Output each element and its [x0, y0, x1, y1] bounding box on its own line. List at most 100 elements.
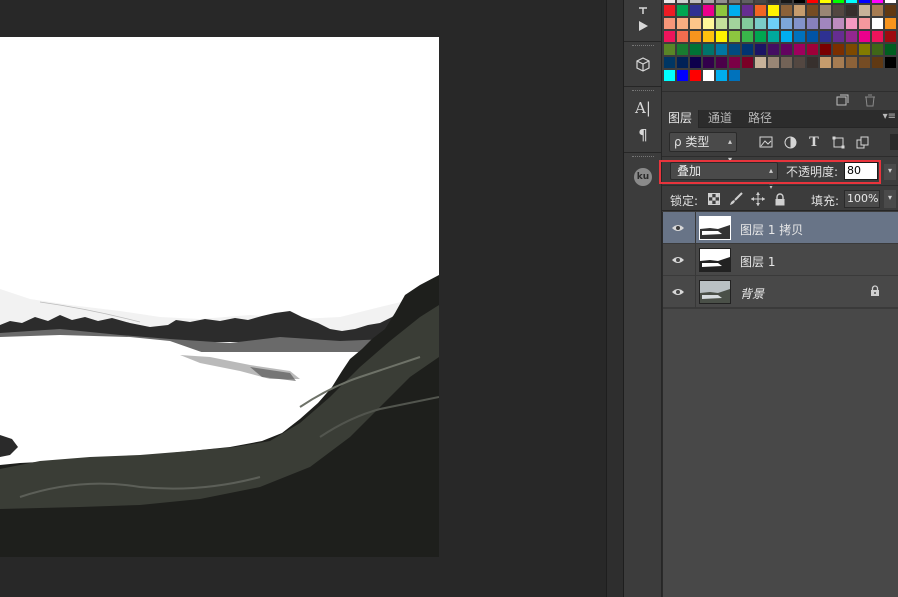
color-swatch[interactable]	[781, 31, 792, 42]
paragraph-icon[interactable]: ¶	[631, 124, 655, 146]
color-swatch[interactable]	[846, 5, 857, 16]
color-swatch[interactable]	[768, 18, 779, 29]
layer-row-background[interactable]: 背景	[663, 276, 898, 308]
blend-mode-select[interactable]: 叠加 ▴ ▾	[670, 162, 778, 191]
color-swatch[interactable]	[794, 0, 805, 3]
color-swatch[interactable]	[755, 44, 766, 55]
filter-type-icon[interactable]: T	[806, 134, 822, 150]
fill-dropdown-arrow[interactable]: ▾	[884, 190, 896, 208]
color-swatch[interactable]	[846, 18, 857, 29]
color-swatch[interactable]	[703, 44, 714, 55]
color-swatch[interactable]	[794, 57, 805, 68]
color-swatch[interactable]	[677, 44, 688, 55]
color-swatch[interactable]	[716, 0, 727, 3]
trash-icon[interactable]	[863, 94, 877, 107]
color-swatch[interactable]	[794, 5, 805, 16]
color-swatch[interactable]	[768, 44, 779, 55]
color-swatch[interactable]	[742, 31, 753, 42]
color-swatch[interactable]	[768, 31, 779, 42]
color-swatch[interactable]	[703, 31, 714, 42]
color-swatch[interactable]	[690, 5, 701, 16]
color-swatch[interactable]	[703, 18, 714, 29]
color-swatch[interactable]	[872, 44, 883, 55]
color-swatch[interactable]	[755, 31, 766, 42]
color-swatch[interactable]	[833, 44, 844, 55]
color-swatch[interactable]	[885, 31, 896, 42]
opacity-input[interactable]: 80	[844, 162, 878, 180]
lock-transparent-pixels-icon[interactable]	[707, 192, 721, 206]
filter-shape-icon[interactable]	[830, 134, 846, 150]
swatches-grid[interactable]	[664, 0, 898, 90]
color-swatch[interactable]	[781, 18, 792, 29]
color-swatch[interactable]	[690, 0, 701, 3]
color-swatch[interactable]	[768, 57, 779, 68]
color-swatch[interactable]	[742, 5, 753, 16]
actions-play-icon[interactable]	[631, 15, 655, 37]
color-swatch[interactable]	[742, 57, 753, 68]
color-swatch[interactable]	[833, 31, 844, 42]
color-swatch[interactable]	[729, 18, 740, 29]
color-swatch[interactable]	[885, 0, 896, 3]
color-swatch[interactable]	[859, 57, 870, 68]
color-swatch[interactable]	[807, 0, 818, 3]
color-swatch[interactable]	[716, 31, 727, 42]
kuler-icon[interactable]: ku	[631, 166, 655, 188]
color-swatch[interactable]	[807, 44, 818, 55]
eye-visibility-icon[interactable]	[671, 285, 685, 299]
color-swatch[interactable]	[768, 5, 779, 16]
color-swatch[interactable]	[755, 18, 766, 29]
color-swatch[interactable]	[729, 57, 740, 68]
dock-grip[interactable]	[632, 90, 654, 93]
panel-menu-icon[interactable]: ▾≡	[883, 111, 896, 122]
dock-grip[interactable]	[632, 156, 654, 159]
color-swatch[interactable]	[872, 57, 883, 68]
color-swatch[interactable]	[690, 44, 701, 55]
layers-empty-area[interactable]	[663, 308, 898, 597]
color-swatch[interactable]	[664, 31, 675, 42]
color-swatch[interactable]	[807, 31, 818, 42]
color-swatch[interactable]	[664, 18, 675, 29]
dock-grip[interactable]	[632, 45, 654, 48]
color-swatch[interactable]	[833, 57, 844, 68]
color-swatch[interactable]	[664, 5, 675, 16]
color-swatch[interactable]	[781, 44, 792, 55]
color-swatch[interactable]	[742, 0, 753, 3]
color-swatch[interactable]	[664, 70, 675, 81]
color-swatch[interactable]	[807, 5, 818, 16]
filter-kind-select[interactable]: ρ 类型 ▴ ▾	[669, 132, 737, 164]
color-swatch[interactable]	[781, 57, 792, 68]
color-swatch[interactable]	[716, 44, 727, 55]
color-swatch[interactable]	[820, 18, 831, 29]
tab-paths[interactable]: 路径	[742, 110, 778, 128]
filter-pixel-icon[interactable]	[758, 134, 774, 150]
color-swatch[interactable]	[703, 70, 714, 81]
tab-channels[interactable]: 通道	[702, 110, 738, 128]
color-swatch[interactable]	[677, 31, 688, 42]
color-swatch[interactable]	[664, 57, 675, 68]
color-swatch[interactable]	[859, 18, 870, 29]
color-swatch[interactable]	[872, 5, 883, 16]
color-swatch[interactable]	[885, 57, 896, 68]
eye-visibility-icon[interactable]	[671, 253, 685, 267]
color-swatch[interactable]	[872, 18, 883, 29]
color-swatch[interactable]	[716, 70, 727, 81]
color-swatch[interactable]	[820, 5, 831, 16]
color-swatch[interactable]	[833, 18, 844, 29]
color-swatch[interactable]	[807, 18, 818, 29]
color-swatch[interactable]	[872, 31, 883, 42]
color-swatch[interactable]	[833, 0, 844, 3]
canvas-workspace[interactable]	[0, 0, 606, 597]
panel-separator[interactable]	[606, 0, 624, 597]
new-swatch-icon[interactable]	[835, 94, 849, 107]
color-swatch[interactable]	[859, 5, 870, 16]
document-canvas[interactable]	[0, 37, 439, 557]
color-swatch[interactable]	[885, 18, 896, 29]
color-swatch[interactable]	[677, 70, 688, 81]
color-swatch[interactable]	[690, 70, 701, 81]
color-swatch[interactable]	[755, 5, 766, 16]
color-swatch[interactable]	[794, 18, 805, 29]
color-swatch[interactable]	[677, 18, 688, 29]
color-swatch[interactable]	[703, 5, 714, 16]
color-swatch[interactable]	[690, 57, 701, 68]
color-swatch[interactable]	[729, 31, 740, 42]
